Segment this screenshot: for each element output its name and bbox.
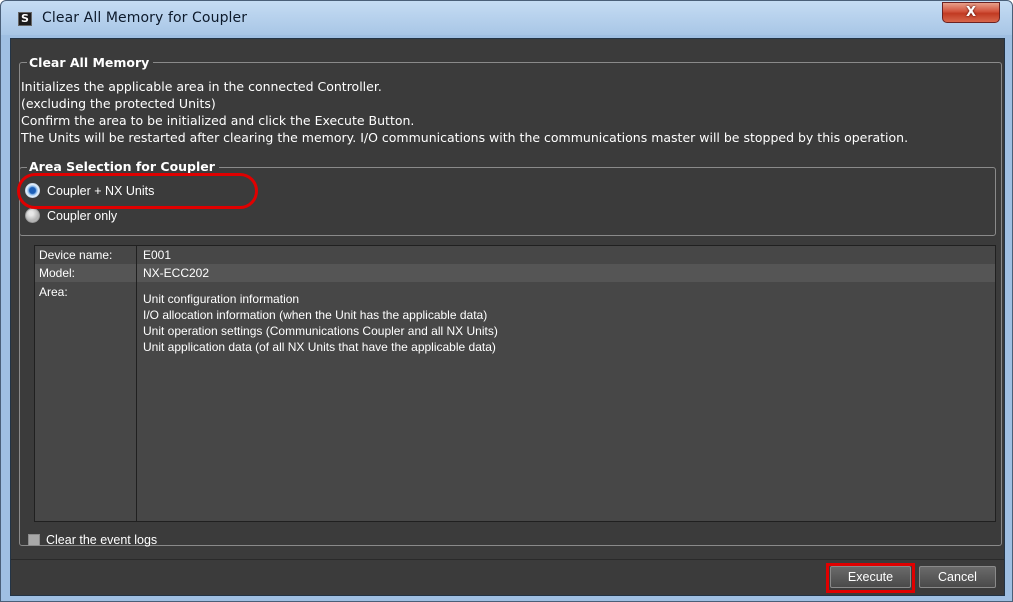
description-line-4: The Units will be restarted after cleari… <box>21 130 909 145</box>
description-line-1: Initializes the applicable area in the c… <box>21 79 382 94</box>
area-value-4: Unit application data (of all NX Units t… <box>143 340 496 354</box>
device-name-label: Device name: <box>39 248 113 262</box>
info-row-device-name: Device name: E001 <box>35 246 995 264</box>
description-line-2: (excluding the protected Units) <box>21 96 216 111</box>
area-selection-legend: Area Selection for Coupler <box>27 159 219 173</box>
area-label: Area: <box>39 285 68 299</box>
title-bar[interactable]: S Clear All Memory for Coupler X <box>1 1 1012 37</box>
radio-unselected-icon[interactable] <box>25 208 40 223</box>
clear-event-logs-checkbox[interactable] <box>28 534 40 546</box>
dialog-body: Clear All Memory Initializes the applica… <box>10 38 1005 596</box>
window-title: Clear All Memory for Coupler <box>42 10 248 26</box>
device-info-table: Device name: E001 Model: NX-ECC202 Area:… <box>34 245 996 522</box>
radio-coupler-only-label: Coupler only <box>47 208 118 223</box>
area-value-3: Unit operation settings (Communications … <box>143 324 498 338</box>
footer-separator <box>11 559 1004 560</box>
area-value-1: Unit configuration information <box>143 292 300 306</box>
clear-all-memory-legend: Clear All Memory <box>27 55 154 70</box>
dialog-window: S Clear All Memory for Coupler X Clear A… <box>0 0 1013 602</box>
model-label: Model: <box>39 266 76 280</box>
close-button[interactable]: X <box>942 2 1000 23</box>
device-name-value: E001 <box>143 248 172 262</box>
info-row-model: Model: NX-ECC202 <box>35 264 995 282</box>
description-line-3: Confirm the area to be initialized and c… <box>21 113 415 128</box>
app-icon: S <box>18 12 32 26</box>
highlight-annotation-oval <box>17 173 258 209</box>
clear-event-logs-label: Clear the event logs <box>46 533 158 547</box>
radio-coupler-only[interactable]: Coupler only <box>25 208 117 223</box>
area-value-2: I/O allocation information (when the Uni… <box>143 308 488 322</box>
table-column-divider <box>136 246 137 521</box>
execute-highlight-box <box>826 563 915 593</box>
clear-event-logs-checkbox-row[interactable]: Clear the event logs <box>28 533 157 547</box>
model-value: NX-ECC202 <box>143 266 210 280</box>
cancel-button[interactable]: Cancel <box>919 566 996 588</box>
